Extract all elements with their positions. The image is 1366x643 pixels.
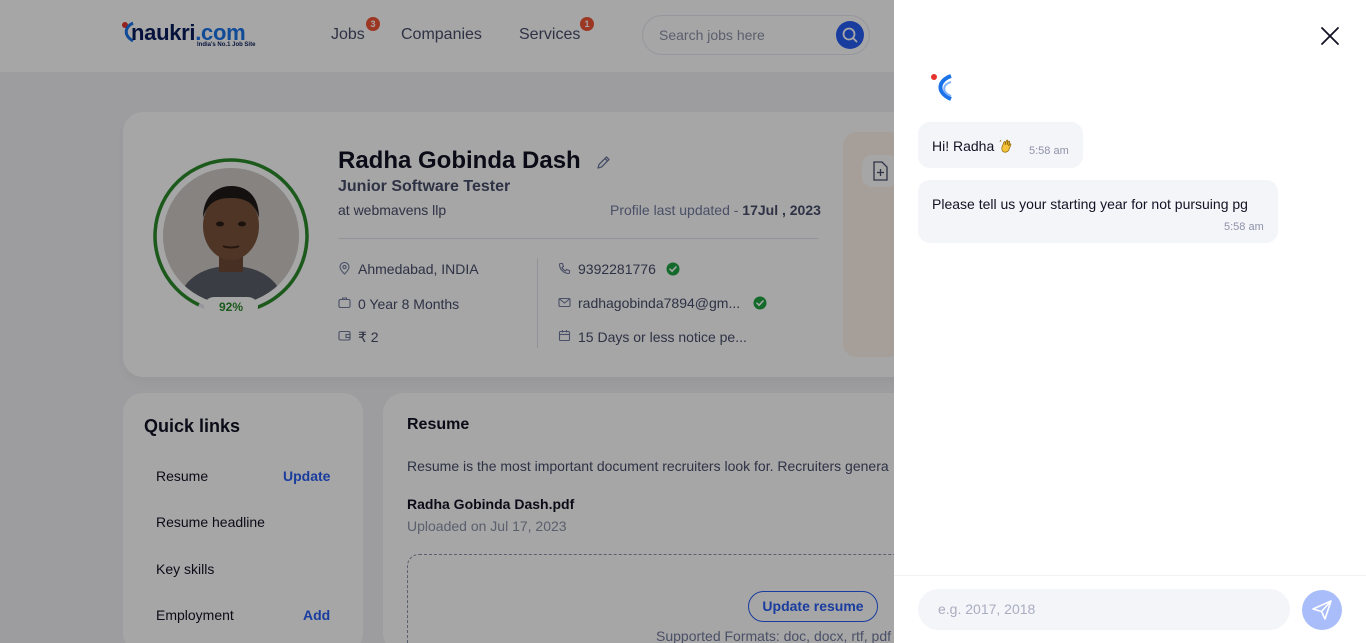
modal-backdrop[interactable]: [0, 0, 894, 643]
chat-message-time: 5:58 am: [1029, 145, 1069, 157]
chat-input-placeholder: e.g. 2017, 2018: [938, 601, 1036, 617]
send-paper-plane-icon: [1312, 600, 1332, 620]
send-button[interactable]: [1302, 590, 1342, 630]
naukri-bot-logo-icon: [931, 74, 952, 101]
close-icon[interactable]: [1320, 26, 1340, 46]
chat-message-text: Please tell us your starting year for no…: [932, 196, 1248, 212]
chatbot-panel: [894, 0, 1366, 643]
waving-hand-icon: [999, 139, 1012, 153]
chat-message-time: 5:58 am: [1224, 221, 1264, 233]
chat-message-text: Hi! Radha: [932, 138, 995, 154]
